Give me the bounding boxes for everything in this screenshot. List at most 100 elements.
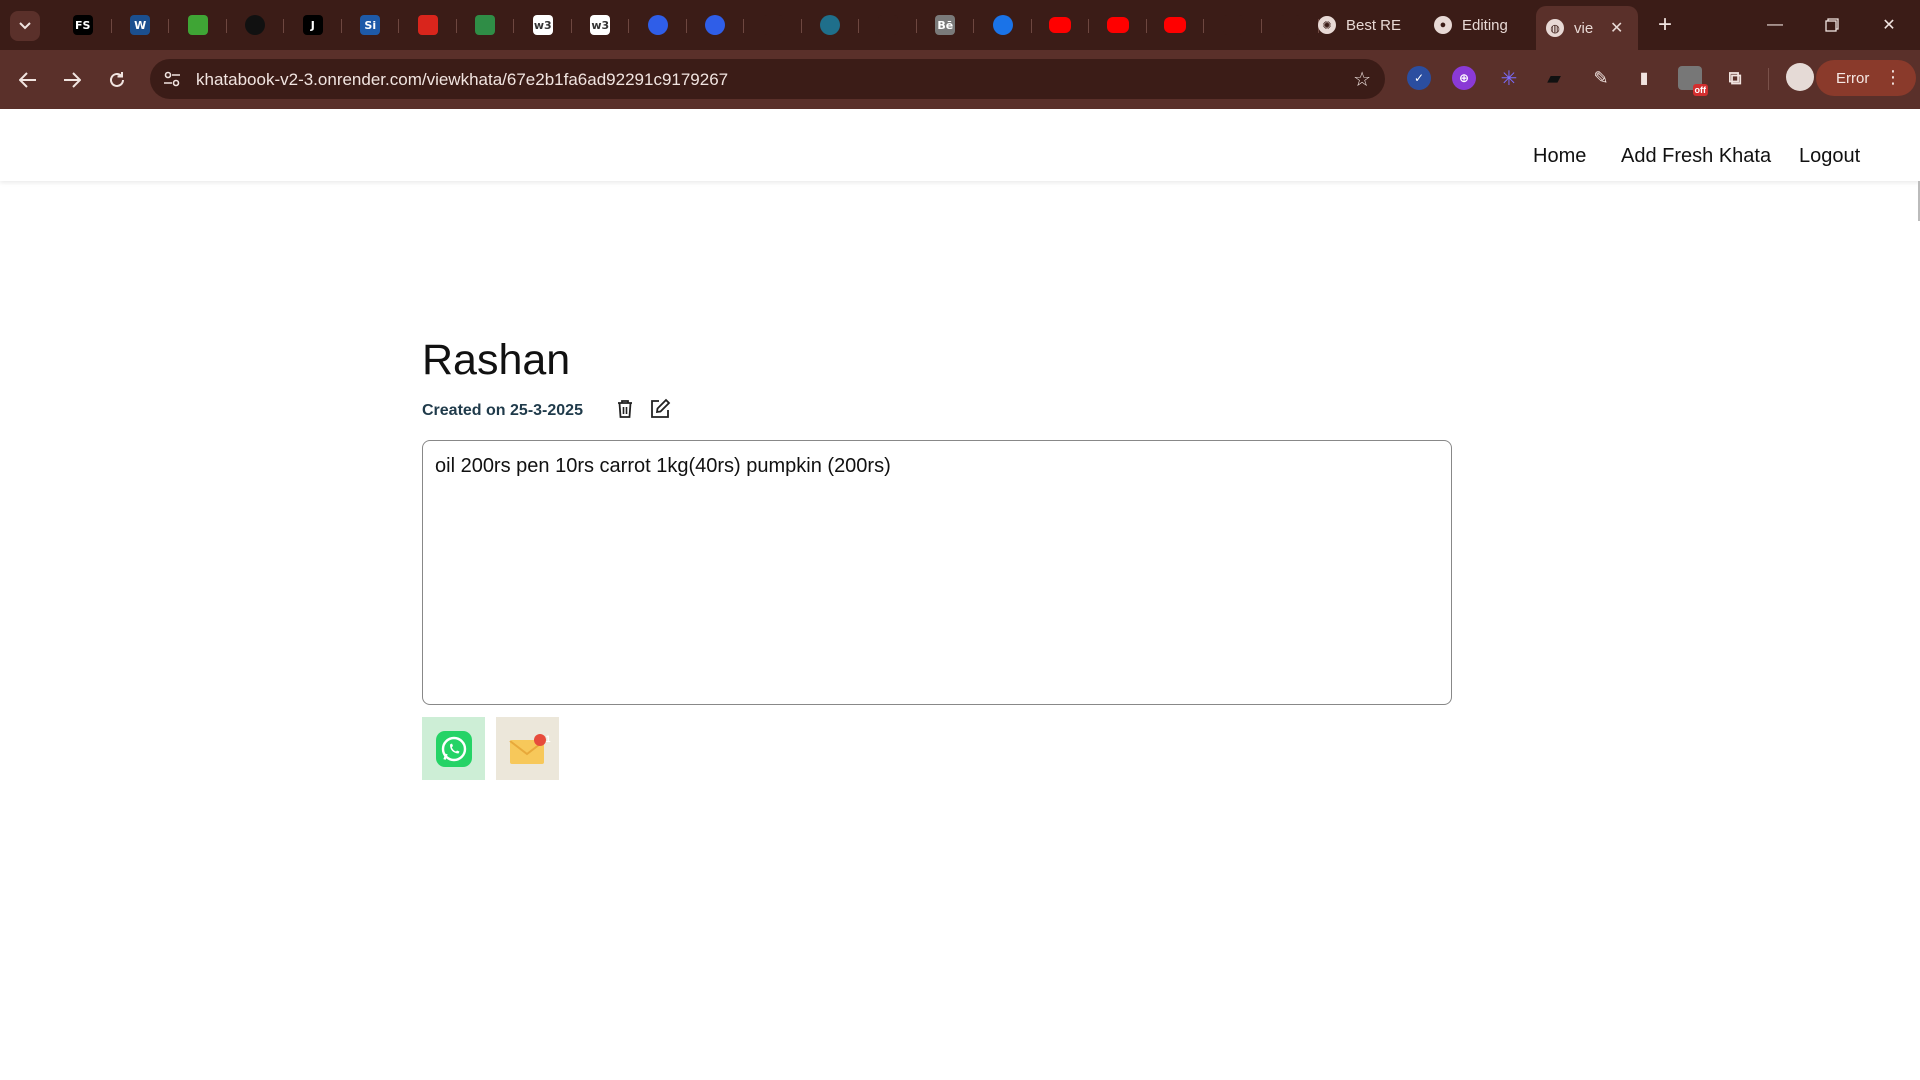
pinned-tab[interactable]: Bē [917,8,975,42]
j-icon: J [302,15,323,35]
pinned-tab[interactable]: W [112,8,170,42]
github-icon: ● [1434,16,1452,34]
pinned-tab[interactable]: w3 [514,8,572,42]
profile-avatar[interactable] [1786,63,1814,91]
tab-search-button[interactable] [10,11,40,41]
clock-icon [245,15,266,35]
pinned-tab[interactable] [629,8,687,42]
url-text[interactable]: khatabook-v2-3.onrender.com/viewkhata/67… [196,70,728,90]
tab-label: Best RE [1346,16,1402,34]
oracle-icon [417,15,438,35]
pinned-tab[interactable] [744,8,802,42]
created-date: Created on 25-3-2025 [422,402,583,419]
play-icon [992,15,1013,35]
stack-icon [877,15,898,35]
openai-icon: ✺ [1318,16,1336,34]
globe-icon: ◍ [1546,19,1564,37]
khata-title: Rashan [422,336,571,384]
profile-error-button[interactable]: Error ⋮ [1816,60,1916,96]
pinned-tab[interactable] [457,8,515,42]
address-bar[interactable]: khatabook-v2-3.onrender.com/viewkhata/67… [150,59,1385,99]
w3-icon: w3 [590,15,611,35]
pinned-tab[interactable] [1032,8,1090,42]
edit-button[interactable] [647,396,673,422]
youtube-icon [1164,17,1187,33]
minimize-button[interactable]: — [1752,8,1798,42]
pinned-tab[interactable]: Si [342,8,400,42]
fs-icon: FS [72,15,93,35]
forward-button[interactable] [56,64,88,96]
pinned-tab[interactable] [169,8,227,42]
pinned-tab[interactable] [1262,8,1320,42]
trash-icon [618,400,632,418]
network-icon [762,15,783,35]
youtube-icon [1106,17,1129,33]
si-icon: Si [360,15,381,35]
pinned-tab[interactable] [687,8,745,42]
tab-active-viewkhata[interactable]: ◍ vie ✕ [1536,6,1638,50]
extension-pen-icon[interactable]: ✎ [1589,66,1613,90]
whatsapp-icon [435,730,472,767]
extension-dark-icon[interactable]: ▰ [1542,66,1566,90]
youtube-icon [1049,17,1072,33]
globe-icon [820,15,841,35]
pinned-tab[interactable]: J [284,8,342,42]
bookmark-star-icon[interactable]: ☆ [1353,67,1371,92]
nav-home-link[interactable]: Home [1533,145,1586,168]
site-info-icon[interactable] [160,67,184,91]
extension-book-icon[interactable]: ▮ [1632,66,1656,90]
pinned-tab[interactable] [1089,8,1147,42]
tab-editing[interactable]: ● Editing [1434,8,1544,42]
extension-off-icon[interactable]: off [1678,66,1708,96]
close-tab-icon[interactable]: ✕ [1610,18,1623,38]
pinned-tab[interactable]: w3 [572,8,630,42]
toolbar-separator [1768,68,1769,90]
pinned-tab[interactable] [399,8,457,42]
email-share-button[interactable]: 1 [496,717,559,780]
pinned-tab[interactable] [859,8,917,42]
back-button[interactable] [12,64,44,96]
w-icon: W [130,15,151,35]
chevron-down-icon [19,22,31,30]
pinned-tab[interactable] [974,8,1032,42]
more-menu-icon[interactable]: ⋮ [1884,67,1902,88]
w3-icon: w3 [532,15,553,35]
page-content: Home Add Fresh Khata Logout Rashan Creat… [0,109,1920,1080]
pinned-tab[interactable] [1147,8,1205,42]
delete-button[interactable] [612,396,638,422]
error-label: Error [1836,69,1870,87]
site-navbar: Home Add Fresh Khata Logout [0,109,1920,181]
extension-purple-icon[interactable]: ⊕ [1452,66,1476,90]
close-window-button[interactable]: ✕ [1866,8,1912,42]
tab-label: Editing [1462,16,1508,34]
khata-content-text: oil 200rs pen 10rs carrot 1kg(40rs) pump… [435,455,891,477]
gfg-icon [475,15,496,35]
extensions-puzzle-icon[interactable]: ⧉ [1723,66,1747,90]
edit-icon [651,398,671,418]
extension-asterisk-icon[interactable]: ✳ [1497,66,1521,90]
nav-logout-link[interactable]: Logout [1799,145,1860,168]
sailboat-icon [1280,15,1301,35]
pinned-tab[interactable]: FS [54,8,112,42]
khata-content-box: oil 200rs pen 10rs carrot 1kg(40rs) pump… [422,440,1452,705]
reload-button[interactable] [101,64,133,96]
extension-check-icon[interactable]: ✓ [1407,66,1431,90]
nav-add-fresh-khata-link[interactable]: Add Fresh Khata [1621,145,1771,168]
k-icon [647,15,668,35]
tab-best-re[interactable]: ✺ Best RE [1318,8,1408,42]
reload-icon [110,72,124,87]
restore-button[interactable] [1809,8,1855,42]
tab-strip: FS W J Si w3 w3 Bē ✺ Best RE ● Editing ◍ vie ✕… [0,0,1920,50]
whatsapp-share-button[interactable] [422,717,485,780]
behance-icon: Bē [935,15,956,35]
sailboat-icon [1222,15,1243,35]
pinned-tabs: FS W J Si w3 w3 Bē [54,8,1319,42]
pinned-tab[interactable] [227,8,285,42]
arrow-left-icon [19,72,36,88]
restore-icon [1825,18,1839,32]
green-logo-icon [187,15,208,35]
mail-badge-count: 1 [545,734,551,744]
new-tab-button[interactable]: + [1650,10,1680,40]
pinned-tab[interactable] [1204,8,1262,42]
pinned-tab[interactable] [802,8,860,42]
